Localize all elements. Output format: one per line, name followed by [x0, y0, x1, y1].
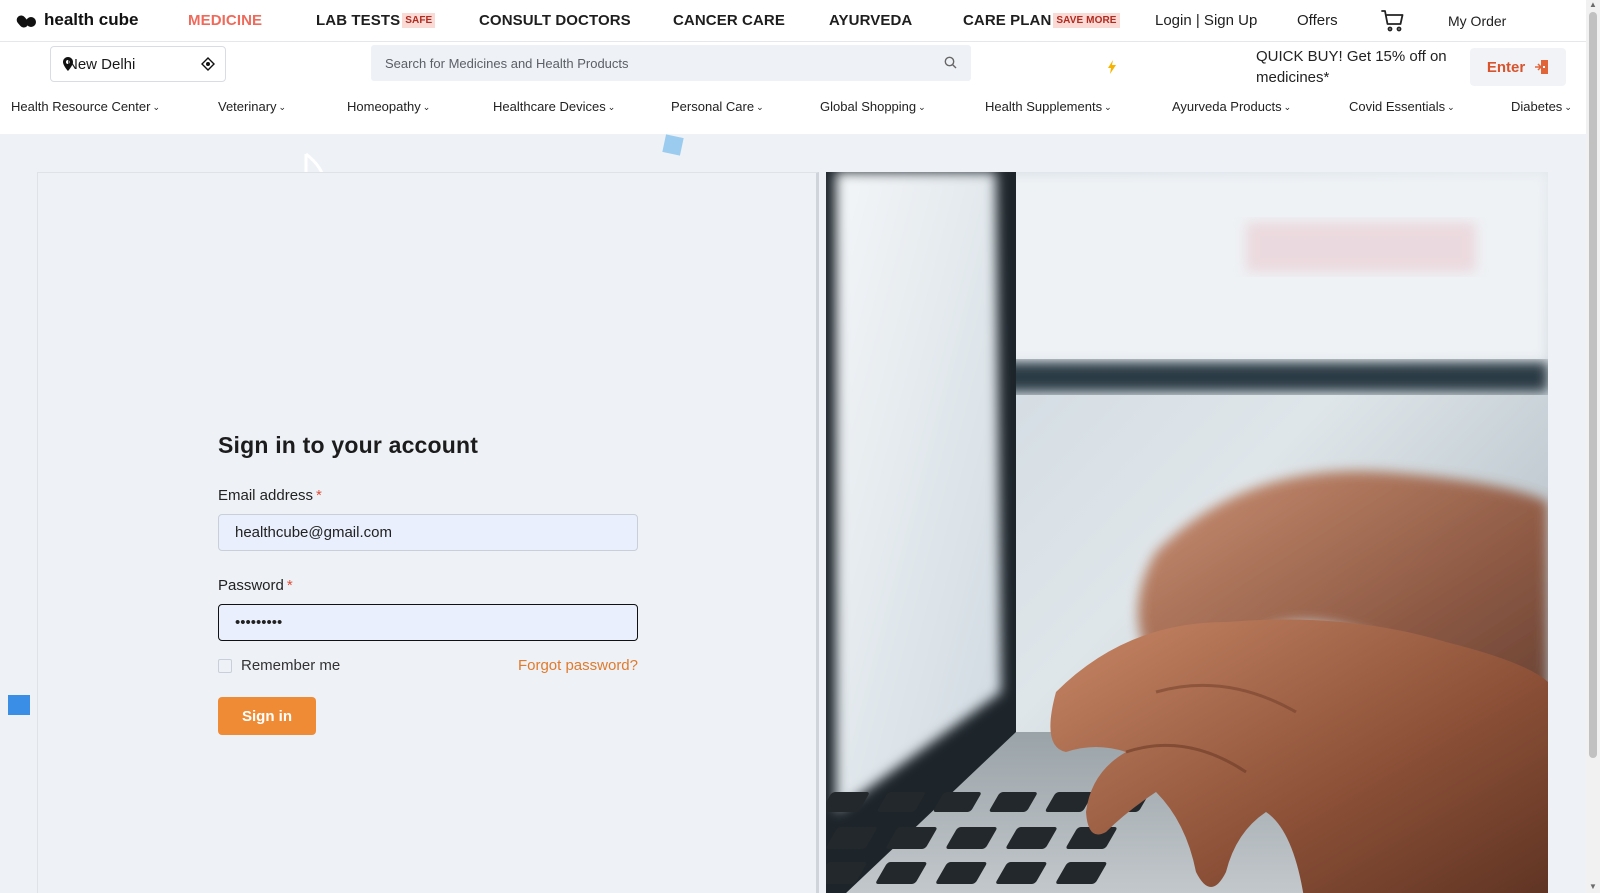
email-label: Email address *	[218, 487, 638, 504]
cart-icon	[1381, 10, 1404, 32]
password-label-text: Password	[218, 577, 284, 594]
laptop-typing-photo	[826, 172, 1548, 893]
chevron-down-icon: ⌄	[422, 102, 431, 112]
scroll-up-arrow-icon[interactable]: ▲	[1589, 0, 1597, 9]
category-global-shopping[interactable]: Global Shopping ⌄	[820, 99, 926, 114]
nav-care-plan-label: CARE PLAN	[963, 12, 1052, 29]
category-label: Global Shopping	[820, 99, 917, 114]
chevron-down-icon: ⌄	[756, 102, 764, 112]
category-healthcare-devices[interactable]: Healthcare Devices ⌄	[493, 99, 615, 114]
nav-medicine-label: MEDICINE	[188, 12, 263, 29]
category-personal-care[interactable]: Personal Care ⌄	[671, 99, 764, 114]
email-label-text: Email address	[218, 487, 314, 504]
chevron-down-icon: ⌄	[918, 102, 926, 112]
signin-form: Sign in to your account Email address* P…	[218, 432, 638, 735]
category-health-resource-center[interactable]: Health Resource Center ⌄	[11, 99, 160, 114]
forgot-password-link[interactable]: Forgot password?	[518, 657, 638, 674]
page-scrollbar[interactable]: ▲ ▼	[1586, 0, 1600, 893]
required-mark: *	[316, 487, 322, 504]
chevron-down-icon: ⌄	[152, 102, 161, 112]
nav-cancer-care-label: CANCER CARE	[673, 12, 785, 29]
category-diabetes[interactable]: Diabetes ⌄	[1511, 99, 1572, 114]
category-label: Personal Care	[671, 99, 755, 114]
lightning-icon	[1108, 60, 1116, 74]
category-label: Veterinary	[218, 99, 277, 114]
badge-safe: SAFE	[402, 13, 436, 28]
remember-me-label[interactable]: Remember me	[241, 657, 340, 674]
category-label: Health Resource Center	[11, 99, 151, 114]
nav-consult-doctors-label: CONSULT DOCTORS	[479, 12, 631, 29]
cart-button[interactable]	[1381, 9, 1405, 37]
scrollbar-thumb[interactable]	[1589, 12, 1597, 758]
enter-button-label: Enter	[1486, 58, 1526, 76]
gps-icon[interactable]	[201, 57, 215, 71]
signin-button[interactable]: Sign in	[218, 697, 316, 735]
nav-cancer-care[interactable]: CANCER CARE	[673, 12, 785, 29]
category-homeopathy[interactable]: Homeopathy ⌄	[347, 99, 430, 114]
chevron-down-icon: ⌄	[278, 102, 287, 112]
main-content: Sign in to your account Email address* P…	[0, 134, 1586, 893]
secondary-header: New Delhi QUICK BUY! Get 15% off on medi…	[0, 42, 1586, 134]
remember-me-checkbox[interactable]	[218, 659, 232, 673]
enter-button[interactable]: Enter	[1470, 48, 1566, 86]
location-selector[interactable]: New Delhi	[50, 46, 226, 82]
decorative-blue-square-shape	[8, 695, 30, 715]
category-label: Covid Essentials	[1349, 99, 1446, 114]
password-field[interactable]	[218, 604, 638, 641]
category-bar: Health Resource Center ⌄ Veterinary ⌄ Home…	[0, 96, 1586, 120]
decorative-square-shape	[662, 134, 684, 156]
required-mark: *	[286, 577, 293, 594]
top-navigation: health cube MEDICINE LAB TESTS SAFE CONSU…	[0, 0, 1586, 42]
category-ayurveda-products[interactable]: Ayurveda Products ⌄	[1172, 99, 1291, 114]
category-covid-essentials[interactable]: Covid Essentials ⌄	[1349, 99, 1455, 114]
search-bar	[371, 45, 971, 81]
health-cube-logo-icon	[16, 15, 36, 28]
nav-ayurveda-label: AYURVEDA	[829, 12, 913, 29]
category-label: Homeopathy	[347, 99, 421, 114]
location-pin-icon	[63, 57, 73, 71]
login-signup-link[interactable]: Login | Sign Up	[1155, 12, 1257, 29]
chevron-down-icon: ⌄	[1564, 102, 1572, 112]
nav-care-plan[interactable]: CARE PLAN SAVE MORE	[963, 12, 1120, 29]
my-order-link[interactable]: My Order	[1448, 13, 1506, 29]
nav-lab-tests-label: LAB TESTS	[316, 12, 401, 29]
nav-lab-tests[interactable]: LAB TESTS SAFE	[316, 12, 436, 29]
category-label: Ayurveda Products	[1172, 99, 1282, 114]
door-enter-icon	[1535, 60, 1549, 74]
signin-title: Sign in to your account	[218, 432, 479, 458]
brand-logo[interactable]: health cube	[16, 10, 138, 30]
remember-row: Remember me Forgot password?	[218, 655, 638, 677]
chevron-down-icon: ⌄	[607, 102, 616, 112]
category-label: Diabetes	[1511, 99, 1563, 114]
password-label: Password *	[218, 577, 638, 594]
chevron-down-icon: ⌄	[1447, 102, 1455, 112]
search-icon[interactable]	[944, 56, 957, 69]
chevron-down-icon: ⌄	[1104, 102, 1112, 112]
category-label: Healthcare Devices	[493, 99, 606, 114]
category-veterinary[interactable]: Veterinary ⌄	[218, 99, 286, 114]
nav-consult-doctors[interactable]: CONSULT DOCTORS	[479, 12, 631, 29]
quick-buy-promo-text: QUICK BUY! Get 15% off on medicines*	[1256, 48, 1447, 86]
brand-name: health cube	[44, 10, 139, 29]
laptop-typing-illustration	[826, 172, 1548, 893]
nav-ayurveda[interactable]: AYURVEDA	[829, 12, 912, 29]
category-health-supplements[interactable]: Health Supplements ⌄	[985, 99, 1112, 114]
chevron-down-icon: ⌄	[1283, 102, 1292, 112]
badge-save-more: SAVE MORE	[1053, 13, 1120, 28]
search-input[interactable]	[385, 55, 925, 71]
email-field[interactable]	[218, 514, 638, 551]
scroll-down-arrow-icon[interactable]: ▼	[1589, 882, 1597, 891]
nav-medicine[interactable]: MEDICINE	[188, 12, 262, 29]
offers-link[interactable]: Offers	[1297, 12, 1338, 29]
category-label: Health Supplements	[985, 99, 1103, 114]
location-value: New Delhi	[67, 55, 136, 73]
